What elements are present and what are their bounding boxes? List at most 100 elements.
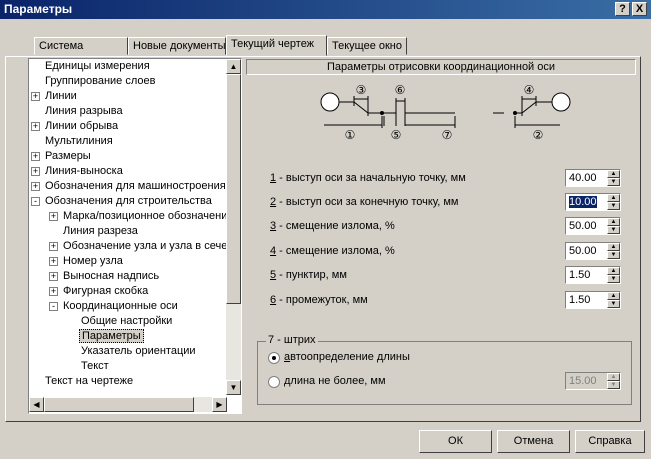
spin-up-icon[interactable]: ▲ — [607, 170, 620, 178]
collapse-icon[interactable]: - — [49, 302, 58, 311]
tree-vertical-scrollbar[interactable]: ▲ ▼ — [226, 59, 241, 395]
axis-diagram: ③ ⑥ ④ ① ⑤ ⑦ ② — [320, 83, 571, 142]
tree-item[interactable]: - Координационные оси — [49, 299, 180, 314]
tree-horizontal-scrollbar[interactable]: ◀ ▶ — [29, 397, 227, 412]
tab-current-window[interactable]: Текущее окно — [327, 37, 407, 55]
tree-item-label: Единицы измерения — [45, 60, 150, 72]
tree-item[interactable]: + Размеры — [31, 149, 93, 164]
tree-item[interactable]: Линия разреза — [61, 224, 140, 239]
tree-item[interactable]: + Марка/позиционное обозначени — [49, 209, 229, 224]
title-bar: Параметры ? X — [0, 0, 651, 19]
tree-item[interactable]: Указатель ориентации — [79, 344, 198, 359]
collapse-icon[interactable]: - — [31, 197, 40, 206]
spin-up-icon[interactable]: ▲ — [607, 194, 620, 202]
param-label-4: 4 - смещение излома, % — [270, 245, 395, 257]
diagram-label-3: ③ — [356, 83, 367, 97]
diagram-label-6: ⑥ — [395, 83, 406, 97]
expand-icon[interactable]: + — [31, 182, 40, 191]
help-button[interactable]: Справка — [575, 430, 645, 453]
tree-item-label: Обозначения для строительства — [45, 195, 212, 207]
param-spinner-3[interactable]: 50.00 ▲ ▼ — [565, 217, 621, 235]
help-title-button[interactable]: ? — [615, 2, 630, 16]
window-title: Параметры — [4, 2, 73, 16]
expand-icon[interactable]: + — [49, 257, 58, 266]
expand-icon[interactable]: + — [31, 122, 40, 131]
param-label-1: 1 - выступ оси за начальную точку, мм — [270, 172, 466, 184]
tree-item[interactable]: Линия разрыва — [43, 104, 125, 119]
tree-item[interactable]: + Линии обрыва — [31, 119, 120, 134]
tree-item[interactable]: Общие настройки — [79, 314, 174, 329]
tree-item[interactable]: Текст на чертеже — [43, 374, 135, 389]
diagram-label-7: ⑦ — [442, 128, 453, 142]
tree-item-label: Номер узла — [63, 255, 123, 267]
hscroll-thumb[interactable] — [44, 397, 194, 412]
param-spinner-6[interactable]: 1.50 ▲ ▼ — [565, 291, 621, 309]
spin-up-icon[interactable]: ▲ — [607, 373, 620, 381]
group-legend: 7 - штрих — [266, 334, 318, 346]
tree-item[interactable]: + Обозначения для машиностроения — [31, 179, 228, 194]
settings-tree[interactable]: Единицы измерения Группирование слоев + Лин… — [28, 58, 242, 414]
cancel-button[interactable]: Отмена — [497, 430, 570, 453]
tree-item[interactable]: + Номер узла — [49, 254, 125, 269]
tree-item-label: Линия-выноска — [45, 165, 123, 177]
tree-item[interactable]: + Фигурная скобка — [49, 284, 150, 299]
scroll-right-icon[interactable]: ▶ — [212, 397, 227, 412]
param-spinner-1[interactable]: 40.00 ▲ ▼ — [565, 169, 621, 187]
spin-down-icon[interactable]: ▼ — [607, 275, 620, 283]
tree-item[interactable]: Единицы измерения — [43, 59, 152, 74]
radio-max-length-label[interactable]: длина не более, мм — [284, 375, 386, 387]
param-label-5: 5 - пунктир, мм — [270, 269, 347, 281]
scroll-down-icon[interactable]: ▼ — [226, 380, 241, 395]
tab-current-drawing[interactable]: Текущий чертеж — [226, 35, 327, 56]
param-spinner-5[interactable]: 1.50 ▲ ▼ — [565, 266, 621, 284]
spin-down-icon[interactable]: ▼ — [607, 381, 620, 389]
spin-down-icon[interactable]: ▼ — [607, 251, 620, 259]
tree-item[interactable]: + Линии — [31, 89, 79, 104]
radio-auto-length-label[interactable]: автоопределение длины — [284, 351, 410, 363]
spin-down-icon[interactable]: ▼ — [607, 178, 620, 186]
spin-up-icon[interactable]: ▲ — [607, 218, 620, 226]
tree-item[interactable]: Группирование слоев — [43, 74, 157, 89]
tree-item[interactable]: Мультилиния — [43, 134, 115, 149]
scroll-thumb[interactable] — [226, 74, 241, 304]
expand-icon[interactable]: + — [31, 152, 40, 161]
max-length-spinner[interactable]: 15.00 ▲ ▼ — [565, 372, 621, 390]
expand-icon[interactable]: + — [31, 167, 40, 176]
expand-icon[interactable]: + — [49, 272, 58, 281]
tree-item-label: Параметры — [79, 329, 144, 343]
tab-system[interactable]: Система — [34, 37, 128, 55]
param-spinner-4[interactable]: 50.00 ▲ ▼ — [565, 242, 621, 260]
expand-icon[interactable]: + — [49, 212, 58, 221]
param-label-6: 6 - промежуток, мм — [270, 294, 368, 306]
tree-item-label: Линия разрыва — [45, 105, 123, 117]
expand-icon[interactable]: + — [49, 287, 58, 296]
close-icon[interactable]: X — [632, 2, 647, 16]
tree-item[interactable]: Текст — [79, 359, 111, 374]
tab-new-documents[interactable]: Новые документы — [128, 37, 226, 55]
expand-icon[interactable]: + — [31, 92, 40, 101]
diagram-label-4: ④ — [524, 83, 535, 97]
scroll-left-icon[interactable]: ◀ — [29, 397, 44, 412]
param-label-3: 3 - смещение излома, % — [270, 220, 395, 232]
tree-item[interactable]: + Выносная надпись — [49, 269, 161, 284]
tree-item-label: Общие настройки — [81, 315, 173, 327]
param-spinner-2[interactable]: 10.00 ▲ ▼ — [565, 193, 621, 211]
scroll-up-icon[interactable]: ▲ — [226, 59, 241, 74]
spin-down-icon[interactable]: ▼ — [607, 202, 620, 210]
tree-item-label: Линия разреза — [63, 225, 138, 237]
spin-down-icon[interactable]: ▼ — [607, 300, 620, 308]
ok-button[interactable]: ОК — [419, 430, 492, 453]
tree-item-label: Марка/позиционное обозначени — [63, 210, 228, 222]
spin-up-icon[interactable]: ▲ — [607, 243, 620, 251]
tree-item[interactable]: Параметры — [79, 329, 144, 344]
spin-down-icon[interactable]: ▼ — [607, 226, 620, 234]
radio-max-length[interactable] — [268, 376, 280, 388]
spin-up-icon[interactable]: ▲ — [607, 292, 620, 300]
spin-up-icon[interactable]: ▲ — [607, 267, 620, 275]
radio-auto-length[interactable] — [268, 352, 280, 364]
tree-item[interactable]: + Линия-выноска — [31, 164, 125, 179]
tree-item-label: Фигурная скобка — [63, 285, 149, 297]
expand-icon[interactable]: + — [49, 242, 58, 251]
tree-item[interactable]: + Обозначение узла и узла в сече — [49, 239, 229, 254]
tree-item[interactable]: - Обозначения для строительства — [31, 194, 214, 209]
